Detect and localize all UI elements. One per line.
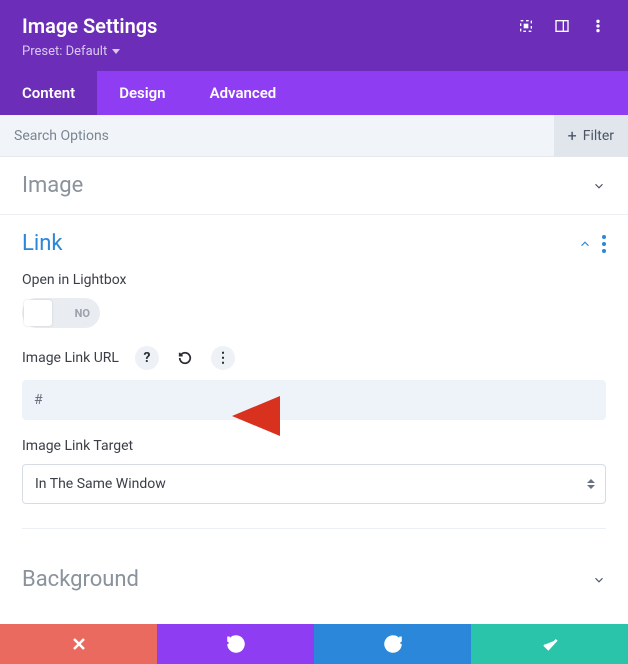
plus-icon: + (568, 128, 577, 144)
preset-value: Default (66, 44, 108, 59)
tab-design[interactable]: Design (97, 71, 187, 115)
reset-icon[interactable] (173, 346, 197, 370)
section-head-image[interactable]: Image (0, 157, 628, 215)
chevron-down-icon (592, 179, 606, 193)
chevron-up-icon (578, 237, 592, 251)
expand-icon[interactable] (518, 18, 534, 34)
section-more-icon[interactable] (602, 235, 606, 253)
preset-label: Preset: (22, 44, 62, 59)
close-icon (69, 634, 89, 654)
section-head-admin-label[interactable]: Admin Label (0, 608, 628, 624)
help-icon[interactable]: ? (135, 346, 159, 370)
image-link-url-input[interactable] (22, 380, 606, 420)
filter-button[interactable]: + Filter (554, 115, 628, 157)
open-in-lightbox-toggle[interactable]: NO (22, 298, 100, 328)
tab-content[interactable]: Content (0, 71, 97, 115)
section-head-link[interactable]: Link (0, 215, 628, 272)
preset-selector[interactable]: Preset: Default (22, 44, 157, 59)
cancel-button[interactable] (0, 624, 157, 664)
divider (22, 528, 606, 529)
search-input[interactable] (14, 128, 554, 144)
field-more-icon[interactable]: ⋮ (211, 346, 235, 370)
caret-down-icon (112, 49, 120, 54)
open-in-lightbox-label: Open in Lightbox (22, 272, 606, 288)
check-icon (540, 634, 560, 654)
more-icon[interactable] (590, 18, 606, 34)
section-title-image: Image (22, 173, 83, 198)
panel-icon[interactable] (554, 18, 570, 34)
toggle-no-label: NO (75, 307, 90, 320)
image-link-target-select[interactable]: In The Same Window (22, 464, 606, 504)
section-title-background: Background (22, 567, 139, 592)
chevron-down-icon (592, 573, 606, 587)
image-link-url-label: Image Link URL (22, 350, 119, 366)
page-title: Image Settings (22, 14, 157, 38)
select-value: In The Same Window (35, 476, 166, 492)
redo-button[interactable] (314, 624, 471, 664)
undo-icon (226, 634, 246, 654)
save-button[interactable] (471, 624, 628, 664)
tab-advanced[interactable]: Advanced (188, 71, 299, 115)
section-title-link: Link (22, 231, 63, 256)
toggle-knob (24, 300, 52, 326)
section-head-background[interactable]: Background (0, 551, 628, 608)
undo-button[interactable] (157, 624, 314, 664)
filter-label: Filter (583, 128, 614, 144)
redo-icon (383, 634, 403, 654)
sort-icon (587, 479, 595, 489)
image-link-target-label: Image Link Target (22, 438, 606, 454)
